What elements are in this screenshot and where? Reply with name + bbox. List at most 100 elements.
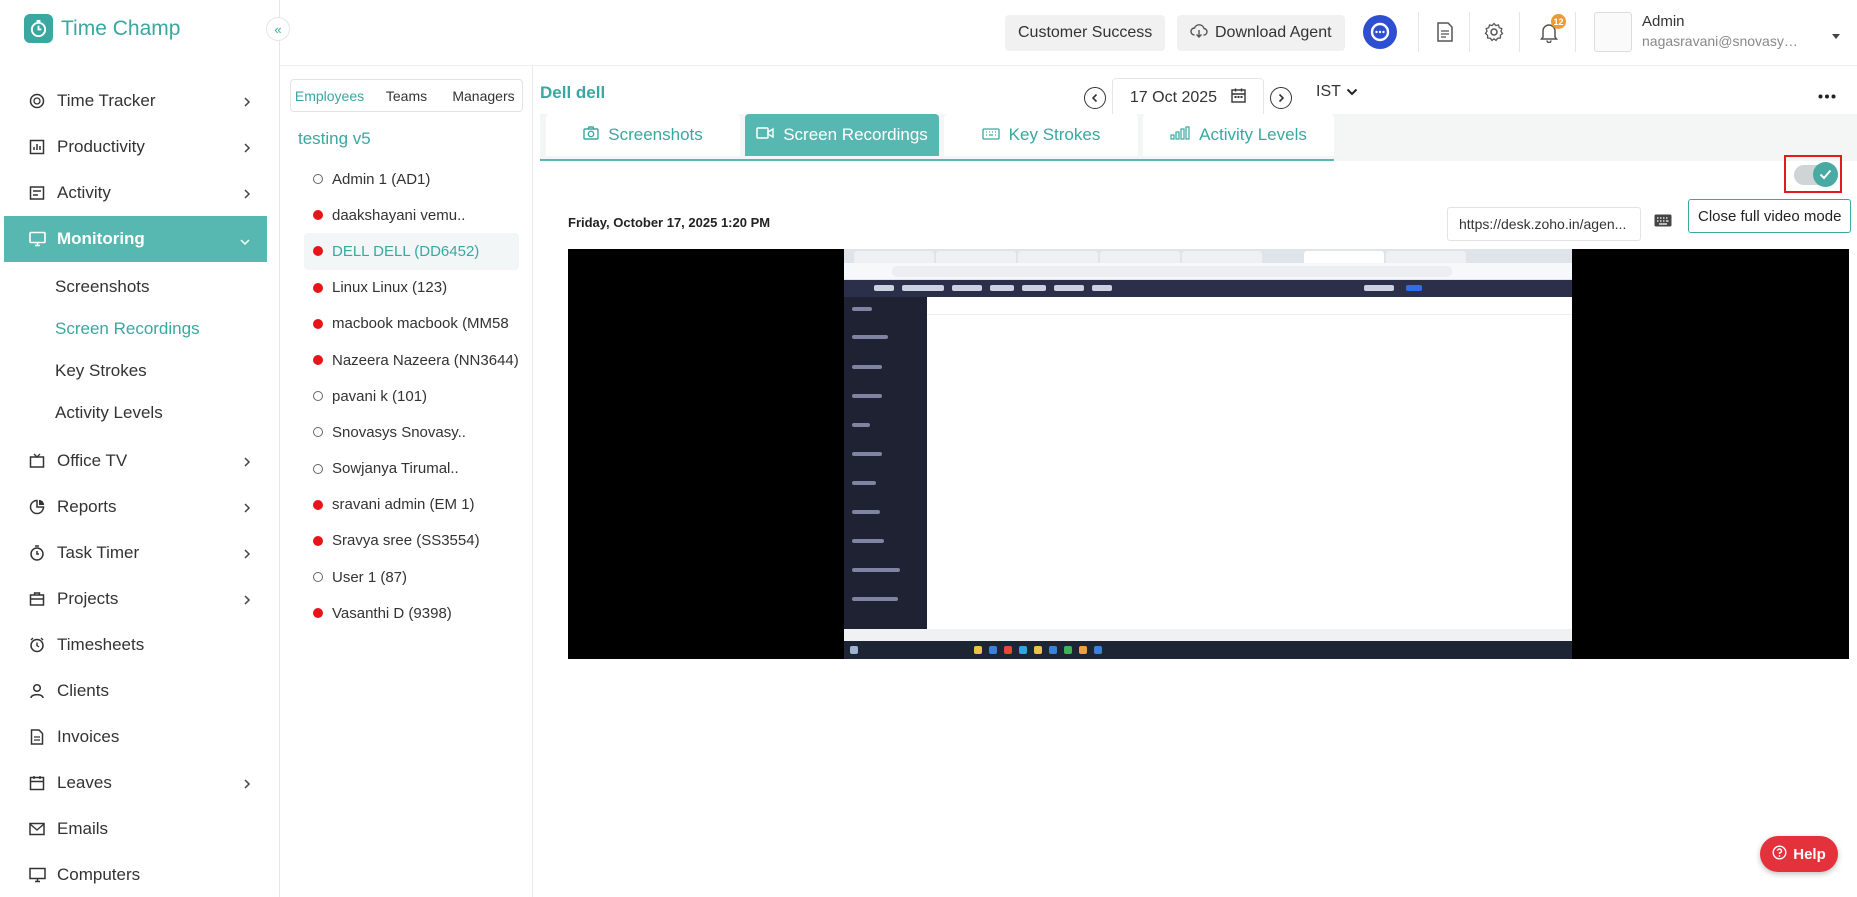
timezone-value: IST (1316, 83, 1341, 100)
employee-item[interactable]: Vasanthi D (9398) (304, 595, 504, 631)
recorded-tab (1182, 251, 1262, 263)
sidebar-item-computers[interactable]: Computers (4, 852, 267, 897)
close-full-video-button[interactable]: Close full video mode (1688, 199, 1852, 233)
sidebar-item-label: Task Timer (57, 543, 140, 562)
keyboard-icon[interactable] (1654, 214, 1672, 232)
tv-icon (28, 452, 46, 470)
status-dot-online (313, 608, 323, 619)
more-options-icon[interactable] (1818, 86, 1836, 104)
recorded-taskbar-app (850, 646, 858, 654)
user-name[interactable]: Admin (1642, 13, 1685, 30)
sidebar-nav: Time Tracker Productivity Activity Monit… (4, 78, 267, 897)
invoices-icon (28, 728, 46, 746)
employee-item[interactable]: Sravya sree (SS3554) (304, 523, 504, 559)
sidebar-item-office-tv[interactable]: Office TV (4, 438, 267, 484)
sidebar-item-task-timer[interactable]: Task Timer (4, 530, 267, 576)
activity-icon (28, 184, 46, 202)
sidebar-item-activity[interactable]: Activity (4, 170, 267, 216)
employee-item[interactable]: User 1 (87) (304, 559, 504, 595)
sidebar: Time Champ « Time Tracker Productivity A… (0, 0, 290, 897)
employee-item[interactable]: daakshayani vemu.. (304, 197, 504, 233)
notification-bell-icon[interactable]: 12 (1538, 14, 1566, 43)
employee-item[interactable]: sravani admin (EM 1) (304, 487, 504, 523)
employee-item[interactable]: Linux Linux (123) (304, 270, 504, 306)
sidebar-item-timesheets[interactable]: Timesheets (4, 622, 267, 668)
reports-icon (28, 498, 46, 516)
tab-label: Key Strokes (1008, 125, 1101, 144)
tab-employees[interactable]: Employees (291, 80, 368, 111)
sidebar-item-productivity[interactable]: Productivity (4, 124, 267, 170)
recorded-taskbar-app (1064, 646, 1072, 654)
chevron-right-icon (243, 139, 251, 159)
employee-item[interactable]: Admin 1 (AD1) (304, 161, 504, 197)
sidebar-subitem-screen-recordings[interactable]: Screen Recordings (4, 308, 267, 350)
team-group-name[interactable]: testing v5 (298, 129, 371, 149)
employee-item[interactable]: Nazeera Nazeera (NN3644) (304, 342, 519, 378)
recorded-sidebar-line (852, 597, 898, 601)
help-button[interactable]: Help (1760, 836, 1838, 872)
employee-item[interactable]: Sowjanya Tirumal.. (304, 451, 504, 487)
download-agent-button[interactable]: Download Agent (1177, 15, 1345, 51)
previous-day-button[interactable] (1084, 87, 1106, 109)
employee-item[interactable]: Snovasys Snovasy.. (304, 414, 504, 450)
tab-screenshots[interactable]: Screenshots (546, 114, 740, 156)
timezone-selector[interactable]: IST (1316, 83, 1358, 101)
status-dot-online (313, 535, 323, 546)
sidebar-subitem-screenshots[interactable]: Screenshots (4, 266, 267, 308)
sidebar-item-emails[interactable]: Emails (4, 806, 267, 852)
tab-managers[interactable]: Managers (445, 80, 522, 111)
sidebar-item-time-tracker[interactable]: Time Tracker (4, 78, 267, 124)
recorded-taskbar-app (1019, 646, 1027, 654)
status-dot-online (313, 499, 323, 510)
full-video-mode-toggle[interactable] (1794, 162, 1838, 187)
customer-success-button[interactable]: Customer Success (1005, 15, 1166, 51)
recorded-sidebar-line (852, 423, 870, 427)
sidebar-item-label: Projects (57, 589, 119, 608)
question-circle-icon (1772, 844, 1787, 864)
date-picker[interactable]: 17 Oct 2025 (1112, 78, 1264, 118)
sidebar-item-label: Reports (57, 497, 117, 516)
projects-icon (28, 590, 46, 608)
recorded-status-bar (844, 629, 1572, 641)
recorded-tab (1018, 251, 1098, 263)
employee-name: Vasanthi D (9398) (332, 604, 452, 622)
settings-gear-icon[interactable] (1483, 21, 1505, 43)
employee-item[interactable]: pavani k (101) (304, 378, 504, 414)
employee-item[interactable]: macbook macbook (MM58 (304, 306, 509, 342)
sidebar-item-invoices[interactable]: Invoices (4, 714, 267, 760)
sidebar-subitem-activity-levels[interactable]: Activity Levels (4, 392, 267, 434)
sidebar-item-reports[interactable]: Reports (4, 484, 267, 530)
sidebar-subitem-key-strokes[interactable]: Key Strokes (4, 350, 267, 392)
keyboard-icon (982, 125, 1000, 145)
cloud-download-icon (1190, 23, 1208, 43)
collapse-sidebar-button[interactable]: « (266, 17, 290, 41)
sidebar-item-monitoring[interactable]: Monitoring (4, 216, 267, 262)
sidebar-item-leaves[interactable]: Leaves (4, 760, 267, 806)
document-icon[interactable] (1434, 21, 1456, 43)
sidebar-item-clients[interactable]: Clients (4, 668, 267, 714)
tab-activity-levels[interactable]: Activity Levels (1143, 114, 1334, 156)
employee-name: pavani k (101) (332, 387, 428, 405)
tab-key-strokes[interactable]: Key Strokes (944, 114, 1138, 156)
recorded-sidebar-line (852, 539, 884, 543)
recorded-tab (1304, 251, 1384, 263)
caret-down-icon[interactable] (1831, 27, 1841, 45)
recorded-nav-item (902, 285, 944, 291)
recorded-taskbar-app (1049, 646, 1057, 654)
time-champ-logo-icon (24, 14, 53, 43)
chat-support-icon[interactable] (1363, 15, 1397, 49)
employee-item-selected[interactable]: DELL DELL (DD6452) (304, 233, 519, 270)
screen-recording-video[interactable] (568, 249, 1849, 659)
user-avatar[interactable] (1594, 12, 1632, 52)
help-label: Help (1793, 845, 1826, 863)
recording-url[interactable]: https://desk.zoho.in/agen... (1447, 207, 1641, 241)
tab-screen-recordings[interactable]: Screen Recordings (745, 114, 939, 156)
status-dot-online (313, 282, 323, 293)
emails-icon (28, 820, 46, 838)
check-icon (1813, 162, 1838, 187)
brand[interactable]: Time Champ (24, 14, 180, 43)
sidebar-item-projects[interactable]: Projects (4, 576, 267, 622)
tab-teams[interactable]: Teams (368, 80, 445, 111)
next-day-button[interactable] (1270, 87, 1292, 109)
leaves-icon (28, 774, 46, 792)
